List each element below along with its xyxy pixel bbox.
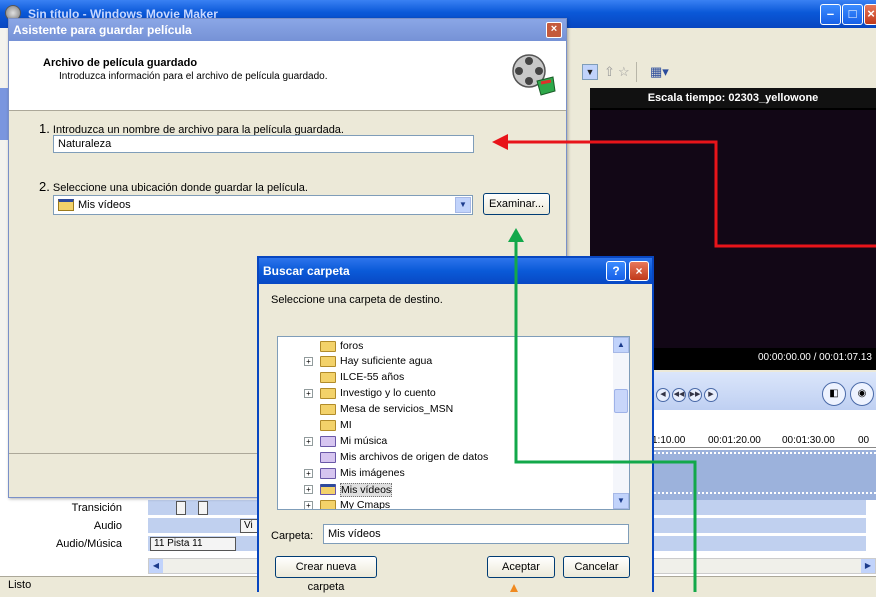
toolbar-separator <box>636 62 637 82</box>
wizard-header-subtitle: Introduzca información para el archivo d… <box>59 71 328 82</box>
preview-title: Escala tiempo: 02303_yellowone <box>590 88 876 108</box>
minimize-icon[interactable]: – <box>820 4 841 25</box>
browse-description: Seleccione una carpeta de destino. <box>271 294 443 306</box>
tree-scrollbar[interactable]: ▲ ▼ <box>613 337 629 509</box>
wizard-header-title: Archivo de película guardado <box>43 57 198 69</box>
preview-time: 00:00:00.00 / 00:01:07.13 <box>758 352 872 363</box>
views-icon[interactable]: ▦▾ <box>650 64 669 80</box>
track-divider <box>650 492 876 494</box>
folder-icon <box>320 420 336 431</box>
chevron-down-icon[interactable]: ▼ <box>455 197 471 213</box>
scroll-up-icon[interactable]: ▲ <box>613 337 629 353</box>
close-icon[interactable]: × <box>864 4 876 25</box>
ruler-tick: 00:01:20.00 <box>708 435 761 446</box>
video-track[interactable] <box>650 450 876 500</box>
maximize-icon[interactable]: □ <box>842 4 863 25</box>
step-1-label: 1. Introduzca un nombre de archivo para … <box>39 121 344 136</box>
previous-frame-icon[interactable]: ◀ <box>656 388 670 402</box>
location-value: Mis vídeos <box>78 199 131 211</box>
dropdown-icon[interactable]: ▼ <box>582 64 598 80</box>
folder-input[interactable]: Mis vídeos <box>323 524 629 544</box>
folder-label: Carpeta: <box>271 530 314 542</box>
cancel-button[interactable]: Cancelar <box>563 556 630 578</box>
videos-folder-icon <box>320 484 336 495</box>
expand-icon[interactable]: + <box>304 501 313 509</box>
help-icon[interactable]: ? <box>606 261 626 281</box>
expand-icon[interactable]: + <box>304 485 313 494</box>
next-frame-icon[interactable]: ▶ <box>704 388 718 402</box>
wizard-title-bar[interactable]: Asistente para guardar película × <box>9 19 566 41</box>
folder-icon <box>320 404 336 415</box>
browse-button[interactable]: Examinar... <box>483 193 550 215</box>
film-reel-icon <box>512 54 556 96</box>
close-icon[interactable]: × <box>629 261 649 281</box>
split-clip-icon[interactable]: ◧ <box>822 382 846 406</box>
rewind-icon[interactable]: ◀◀ <box>672 388 686 402</box>
wizard-header: Archivo de película guardado Introduzca … <box>9 41 566 111</box>
scroll-thumb[interactable] <box>614 389 628 413</box>
collection-toolbar: ▼ ⇧ ☆ ▦▾ <box>568 56 876 86</box>
filename-input[interactable]: Naturaleza <box>53 135 474 153</box>
pictures-folder-icon <box>320 468 336 479</box>
track-label-audio-music: Audio/Música <box>55 538 122 550</box>
scroll-left-icon[interactable]: ◀ <box>149 559 163 573</box>
timeline-ruler: 1:10.00 00:01:20.00 00:01:30.00 00 <box>650 434 876 448</box>
step-2-label: 2. Seleccione una ubicación donde guarda… <box>39 179 308 194</box>
music-folder-icon <box>320 436 336 447</box>
ruler-tick: 00 <box>858 435 870 446</box>
ruler-tick: 00:01:30.00 <box>782 435 835 446</box>
track-divider <box>650 452 876 454</box>
expand-icon[interactable]: + <box>304 389 313 398</box>
transition-clip[interactable] <box>176 501 186 515</box>
scroll-right-icon[interactable]: ▶ <box>861 559 875 573</box>
transition-clip[interactable] <box>198 501 208 515</box>
scroll-down-icon[interactable]: ▼ <box>613 493 629 509</box>
expand-icon[interactable]: + <box>304 357 313 366</box>
status-text: Listo <box>8 579 32 591</box>
expand-icon[interactable]: + <box>304 469 313 478</box>
expand-icon[interactable]: + <box>304 437 313 446</box>
ruler-tick: 1:10.00 <box>652 435 686 446</box>
folder-up-icon[interactable]: ⇧ <box>604 64 615 80</box>
take-picture-icon[interactable]: ◉ <box>850 382 874 406</box>
data-sources-folder-icon <box>320 452 336 463</box>
folder-icon <box>320 500 336 509</box>
forward-icon[interactable]: ▶▶ <box>688 388 702 402</box>
browse-title-bar[interactable]: Buscar carpeta ? × <box>259 258 652 284</box>
location-select[interactable]: Mis vídeos ▼ <box>53 195 473 215</box>
browse-folder-dialog: Buscar carpeta ? × Seleccione una carpet… <box>257 256 654 593</box>
folder-tree[interactable]: foros + Hay suficiente agua ILCE-55 años… <box>277 336 630 510</box>
folder-icon <box>320 388 336 399</box>
close-icon[interactable]: × <box>546 22 562 38</box>
my-videos-folder-icon <box>58 199 74 211</box>
folder-icon <box>320 356 336 367</box>
browse-title: Buscar carpeta <box>263 264 350 278</box>
music-clip[interactable]: 11 Pista 11 <box>150 537 236 551</box>
new-folder-button[interactable]: Crear nueva carpeta <box>275 556 377 593</box>
track-label-audio: Audio <box>93 520 122 532</box>
new-folder-icon[interactable]: ☆ <box>618 64 630 80</box>
folder-icon <box>320 372 336 383</box>
wizard-title: Asistente para guardar película <box>13 23 192 37</box>
track-label-transition: Transición <box>71 502 122 514</box>
ok-button[interactable]: Aceptar <box>487 556 555 578</box>
folder-icon <box>320 341 336 352</box>
